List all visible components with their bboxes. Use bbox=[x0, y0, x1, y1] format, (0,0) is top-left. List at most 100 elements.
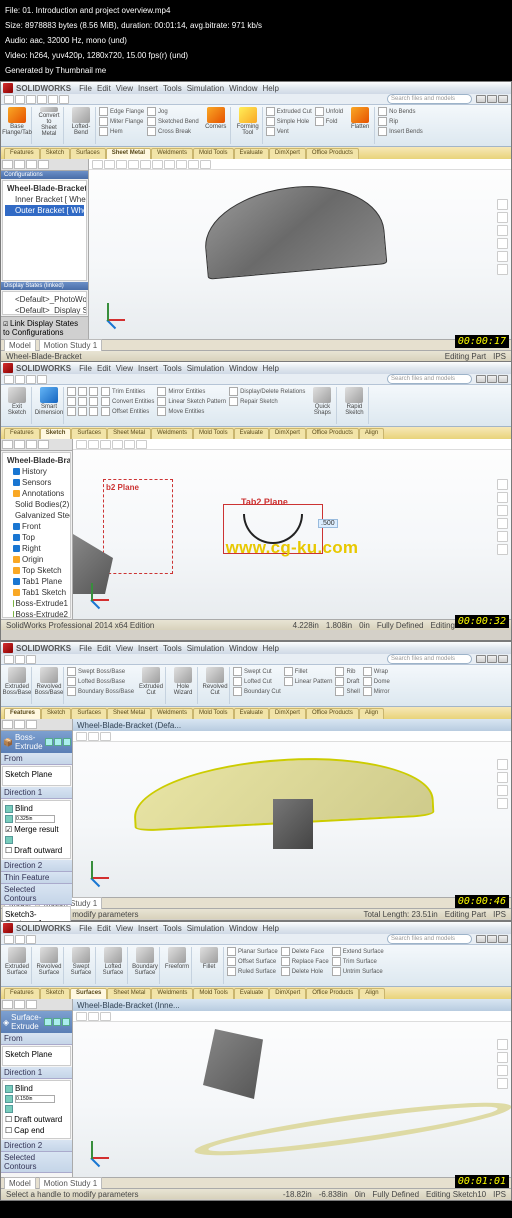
menu-window[interactable]: Window bbox=[229, 364, 257, 373]
graphics-viewport[interactable]: Wheel-Blade-Bracket (Defa... bbox=[73, 719, 511, 897]
feature-tree-tab-icon[interactable] bbox=[2, 720, 13, 729]
cross-break-icon[interactable] bbox=[147, 127, 156, 136]
feature-tree[interactable]: Wheel-Blade-Bracket (Default<<Defa Histo… bbox=[2, 452, 71, 618]
options-icon[interactable] bbox=[59, 95, 69, 104]
new-icon[interactable] bbox=[4, 95, 14, 104]
search-input[interactable]: Search files and models bbox=[387, 934, 472, 944]
view-palette-icon[interactable] bbox=[497, 518, 508, 529]
menu-tools[interactable]: Tools bbox=[163, 924, 182, 933]
menu-help[interactable]: Help bbox=[263, 84, 279, 93]
edit-appearance-icon[interactable] bbox=[176, 160, 187, 169]
lofted-cut-icon[interactable] bbox=[233, 677, 242, 686]
zoom-fit-icon[interactable] bbox=[76, 1012, 87, 1021]
tab-weldments[interactable]: Weldments bbox=[151, 988, 193, 999]
pm-thin-feature-section[interactable]: Thin Feature bbox=[1, 872, 72, 884]
custom-props-icon[interactable] bbox=[497, 544, 508, 555]
menu-file[interactable]: File bbox=[79, 84, 92, 93]
end-condition-dropdown[interactable]: Blind bbox=[15, 1084, 33, 1093]
pattern-icon[interactable] bbox=[284, 677, 293, 686]
dimxpert-tab-icon[interactable] bbox=[38, 440, 49, 449]
revolved-cut-button[interactable]: Revolved Cut bbox=[204, 667, 226, 697]
minimize-icon[interactable] bbox=[476, 375, 486, 383]
spline-icon[interactable] bbox=[78, 397, 87, 406]
tab-evaluate[interactable]: Evaluate bbox=[234, 988, 269, 999]
ruled-surface-icon[interactable] bbox=[227, 967, 236, 976]
zoom-area-icon[interactable] bbox=[104, 160, 115, 169]
menu-simulation[interactable]: Simulation bbox=[187, 644, 224, 653]
menu-file[interactable]: File bbox=[79, 364, 92, 373]
tab-sheet-metal[interactable]: Sheet Metal bbox=[107, 428, 151, 439]
menu-help[interactable]: Help bbox=[263, 644, 279, 653]
display-style-icon[interactable] bbox=[100, 1012, 111, 1021]
menu-simulation[interactable]: Simulation bbox=[187, 364, 224, 373]
slot-icon[interactable] bbox=[78, 407, 87, 416]
rectangle-icon[interactable] bbox=[78, 387, 87, 396]
apply-scene-icon[interactable] bbox=[188, 160, 199, 169]
maximize-icon[interactable] bbox=[487, 95, 497, 103]
depth-input[interactable] bbox=[15, 815, 55, 823]
menu-window[interactable]: Window bbox=[229, 924, 257, 933]
minimize-icon[interactable] bbox=[476, 95, 486, 103]
view-orientation-icon[interactable] bbox=[88, 732, 99, 741]
pm-from-section[interactable]: From bbox=[1, 753, 72, 765]
display-states-list[interactable]: <Default>_PhotoWorks Display State <Defa… bbox=[2, 291, 87, 315]
feature-tree-tab-icon[interactable] bbox=[2, 440, 13, 449]
tab-dimxpert[interactable]: DimXpert bbox=[269, 428, 306, 439]
design-library-icon[interactable] bbox=[497, 1052, 508, 1063]
sketched-bend-icon[interactable] bbox=[147, 117, 156, 126]
menu-view[interactable]: View bbox=[116, 644, 133, 653]
revolved-boss-button[interactable]: Revolved Boss/Base bbox=[38, 667, 60, 697]
tab-features[interactable]: Features bbox=[4, 428, 40, 439]
tab-surfaces[interactable]: Surfaces bbox=[70, 988, 107, 999]
rip-icon[interactable] bbox=[378, 117, 387, 126]
tab-surfaces[interactable]: Surfaces bbox=[71, 428, 107, 439]
tab-surfaces[interactable]: Surfaces bbox=[70, 148, 106, 159]
polygon-icon[interactable] bbox=[89, 407, 98, 416]
menu-edit[interactable]: Edit bbox=[97, 644, 111, 653]
circle-icon[interactable] bbox=[89, 387, 98, 396]
motion-study-tab[interactable]: Motion Study 1 bbox=[39, 1177, 102, 1189]
trim-surface-icon[interactable] bbox=[332, 957, 341, 966]
ok-icon[interactable] bbox=[45, 738, 53, 746]
tab-sheet-metal[interactable]: Sheet Metal bbox=[107, 988, 151, 999]
arc-icon[interactable] bbox=[67, 397, 76, 406]
point-icon[interactable] bbox=[89, 397, 98, 406]
print-icon[interactable] bbox=[37, 95, 47, 104]
fold-icon[interactable] bbox=[315, 117, 324, 126]
tab-features[interactable]: Features bbox=[4, 148, 40, 159]
resources-icon[interactable] bbox=[497, 1039, 508, 1050]
pm-from-dropdown[interactable]: Sketch Plane bbox=[5, 770, 52, 779]
no-bends-icon[interactable] bbox=[378, 107, 387, 116]
hide-show-icon[interactable] bbox=[164, 160, 175, 169]
tab-office-products[interactable]: Office Products bbox=[306, 428, 359, 439]
display-states-header[interactable]: Display States (linked) bbox=[1, 282, 88, 290]
tab-sheet-metal[interactable]: Sheet Metal bbox=[106, 148, 151, 159]
model-tab[interactable]: Model bbox=[4, 1177, 36, 1189]
tab-weldments[interactable]: Weldments bbox=[151, 148, 193, 159]
shell-icon[interactable] bbox=[335, 687, 344, 696]
close-icon[interactable] bbox=[498, 95, 508, 103]
tab-dimxpert[interactable]: DimXpert bbox=[269, 148, 306, 159]
file-explorer-icon[interactable] bbox=[497, 225, 508, 236]
insert-bends-icon[interactable] bbox=[378, 127, 387, 136]
merge-result-checkbox[interactable]: ☑ Merge result bbox=[5, 824, 68, 835]
help-icon[interactable] bbox=[63, 738, 71, 746]
tab-align[interactable]: Align bbox=[359, 988, 384, 999]
dimxpert-tab-icon[interactable] bbox=[38, 160, 49, 169]
tab-office-products[interactable]: Office Products bbox=[306, 708, 359, 719]
display-style-icon[interactable] bbox=[100, 732, 111, 741]
open-icon[interactable] bbox=[15, 655, 25, 664]
menu-tools[interactable]: Tools bbox=[163, 84, 182, 93]
design-library-icon[interactable] bbox=[497, 212, 508, 223]
menu-simulation[interactable]: Simulation bbox=[187, 84, 224, 93]
save-icon[interactable] bbox=[26, 375, 36, 384]
tab-dimxpert[interactable]: DimXpert bbox=[269, 708, 306, 719]
tab-weldments[interactable]: Weldments bbox=[151, 708, 193, 719]
model-tab[interactable]: Model bbox=[4, 339, 36, 351]
menu-simulation[interactable]: Simulation bbox=[187, 924, 224, 933]
cancel-icon[interactable] bbox=[53, 1018, 61, 1026]
pm-from-section[interactable]: From bbox=[1, 1033, 72, 1045]
resources-icon[interactable] bbox=[497, 479, 508, 490]
lofted-bend-button[interactable]: Lofted-Bend bbox=[70, 107, 92, 137]
section-view-icon[interactable] bbox=[100, 440, 111, 449]
